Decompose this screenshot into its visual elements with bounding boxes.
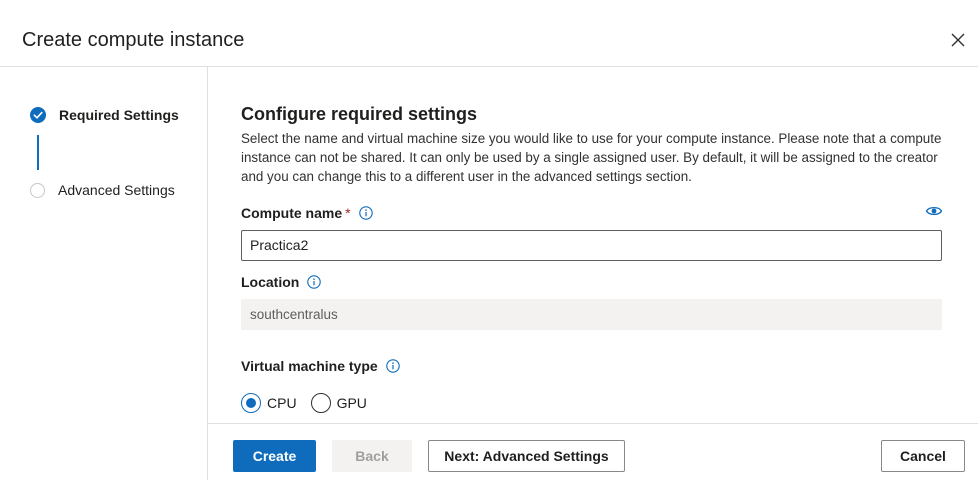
step-label: Required Settings [59, 107, 179, 123]
dialog-header: Create compute instance [0, 0, 978, 67]
vm-type-label-text: Virtual machine type [241, 358, 378, 374]
step-required-settings[interactable]: Required Settings [30, 107, 179, 123]
step-connector [37, 135, 39, 170]
info-icon[interactable] [385, 359, 400, 373]
check-circle-icon [30, 107, 46, 123]
next-advanced-settings-button[interactable]: Next: Advanced Settings [428, 440, 625, 472]
compute-name-label: Compute name * [241, 205, 373, 221]
compute-name-label-text: Compute name [241, 205, 343, 221]
vm-type-label: Virtual machine type [241, 358, 400, 374]
required-mark: * [345, 205, 351, 221]
vm-type-radio-group: CPU GPU [241, 393, 381, 413]
radio-button[interactable] [310, 393, 331, 413]
wizard-sidebar [0, 67, 208, 480]
radio-button-checked[interactable] [241, 393, 261, 413]
eye-icon[interactable] [925, 204, 943, 218]
radio-label: GPU [336, 395, 367, 411]
close-icon[interactable] [948, 30, 968, 50]
location-label: Location [241, 274, 322, 290]
location-label-text: Location [241, 274, 300, 290]
create-button[interactable]: Create [233, 440, 316, 472]
section-description: Select the name and virtual machine size… [241, 131, 942, 184]
cancel-button[interactable]: Cancel [881, 440, 965, 472]
radio-cpu[interactable]: CPU [241, 393, 297, 413]
radio-label: CPU [267, 395, 297, 411]
step-advanced-settings[interactable]: Advanced Settings [30, 182, 175, 198]
location-field: southcentralus [241, 299, 942, 330]
back-button: Back [332, 440, 412, 472]
info-icon[interactable] [358, 206, 373, 220]
main-content: Configure required settings Select the n… [241, 103, 942, 186]
compute-name-input[interactable]: Practica2 [241, 230, 942, 261]
empty-circle-icon [30, 182, 45, 198]
section-heading: Configure required settings [241, 104, 478, 124]
info-icon[interactable] [307, 275, 322, 289]
radio-gpu[interactable]: GPU [310, 393, 367, 413]
step-label: Advanced Settings [58, 182, 175, 198]
dialog-title: Create compute instance [22, 29, 245, 51]
